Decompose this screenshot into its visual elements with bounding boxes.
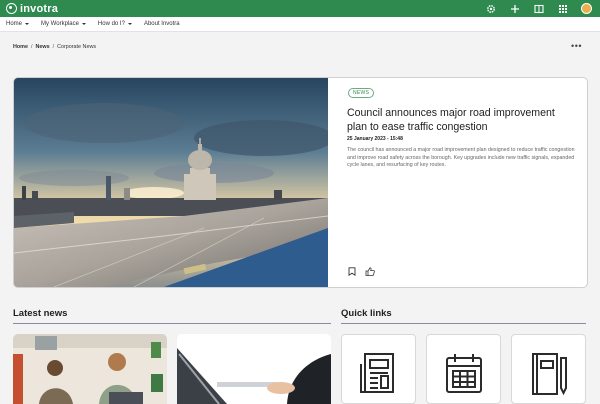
nav-item-label: How do I? [97, 21, 125, 27]
featured-article-date: 25 January 2023 - 15:48 [347, 136, 403, 142]
nav-item-how-do-i[interactable]: How do I? [98, 21, 132, 27]
invotra-logo[interactable]: invotra [6, 3, 58, 15]
featured-article-image [14, 78, 328, 287]
featured-article-card[interactable]: NEWS Council announces major road improv… [13, 77, 588, 288]
featured-article-summary: The council has announced a major road i… [347, 147, 575, 169]
top-icons [485, 0, 592, 17]
quick-links-heading: Quick links [341, 308, 392, 319]
grid-icon[interactable] [557, 3, 568, 14]
logo-text: invotra [20, 2, 59, 15]
bookmark-icon[interactable] [348, 263, 356, 281]
latest-news-card[interactable] [13, 334, 167, 404]
featured-article-body: NEWS Council announces major road improv… [347, 78, 577, 287]
featured-article-title[interactable]: Council announces major road improvement… [347, 106, 575, 134]
breadcrumb-news[interactable]: News [35, 44, 49, 50]
article-actions [348, 263, 375, 281]
top-bar: invotra [0, 0, 600, 17]
more-options-icon[interactable]: ••• [571, 42, 582, 51]
book-icon[interactable] [533, 3, 544, 14]
quick-links-divider [341, 323, 586, 325]
nav-item-label: About Invotra [143, 21, 180, 27]
latest-news-image [13, 334, 167, 404]
plus-icon[interactable] [509, 3, 520, 14]
nav-item-my-workplace[interactable]: My Workplace [41, 21, 86, 27]
notebook-icon [532, 353, 567, 396]
latest-news-heading: Latest news [13, 308, 68, 319]
quick-link-news[interactable] [341, 334, 416, 404]
latest-news-image [177, 334, 331, 404]
breadcrumb-separator: / [30, 44, 33, 50]
like-icon[interactable] [365, 263, 375, 281]
quick-link-notebook[interactable] [511, 334, 586, 404]
calendar-icon [446, 354, 482, 393]
main-nav: Home My Workplace How do I? About Invotr… [0, 17, 600, 32]
breadcrumb-separator: / [52, 44, 55, 50]
chevron-down-icon [25, 23, 30, 25]
newspaper-icon [360, 353, 394, 393]
nav-item-about-invotra[interactable]: About Invotra [144, 21, 180, 27]
breadcrumb-current: Corporate News [57, 44, 97, 50]
latest-news-divider [13, 323, 331, 325]
nav-item-home[interactable]: Home [6, 21, 30, 27]
nav-item-label: Home [6, 21, 23, 27]
chevron-down-icon [127, 23, 132, 25]
gear-icon[interactable] [485, 3, 496, 14]
breadcrumb-home[interactable]: Home [13, 44, 28, 50]
latest-news-card[interactable] [177, 334, 331, 404]
nav-item-label: My Workplace [41, 21, 79, 27]
quick-link-calendar[interactable] [426, 334, 501, 404]
logo-icon [6, 3, 17, 14]
news-tag[interactable]: NEWS [348, 88, 375, 98]
breadcrumb: Home / News / Corporate News [13, 44, 96, 50]
user-avatar[interactable] [581, 3, 592, 14]
chevron-down-icon [81, 23, 86, 25]
